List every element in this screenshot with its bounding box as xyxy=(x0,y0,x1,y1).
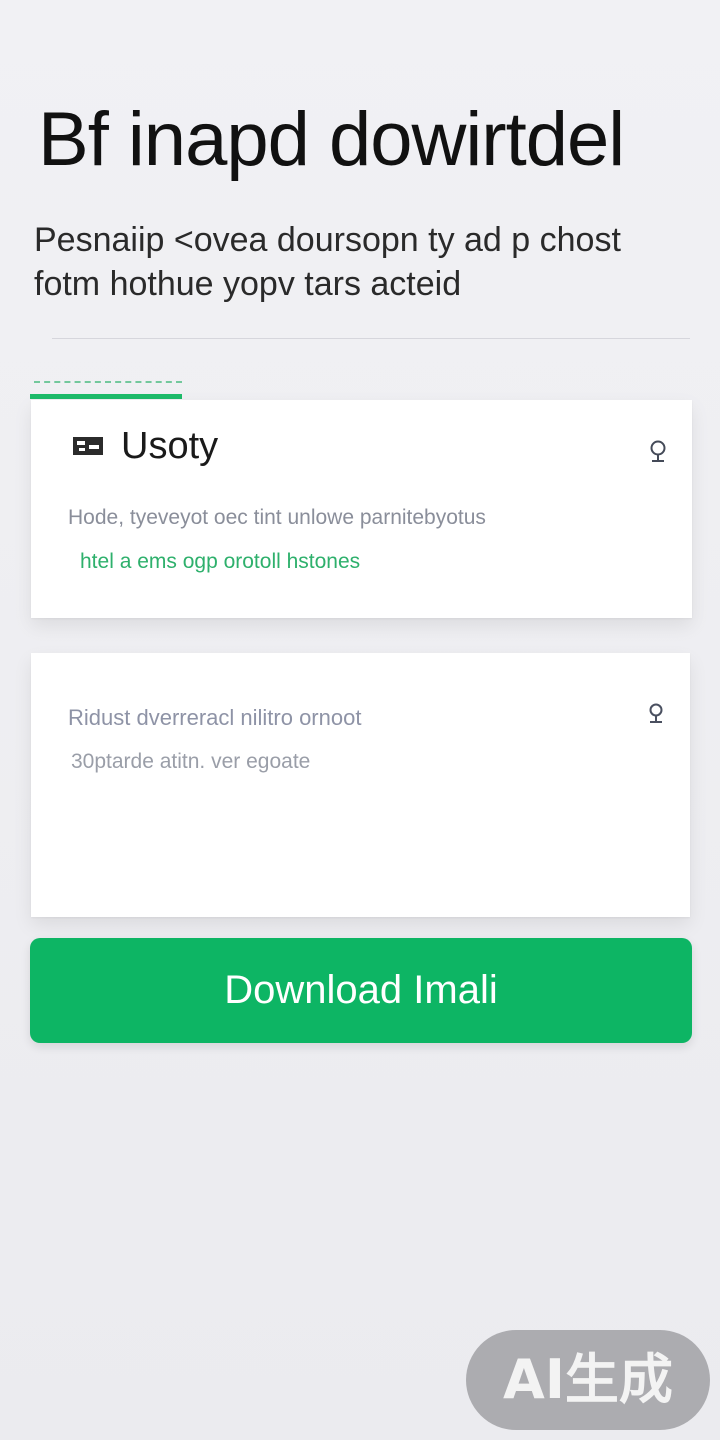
tab-indicator-bar xyxy=(30,394,182,399)
location-pin-icon[interactable] xyxy=(648,438,668,466)
card-link[interactable]: htel a ems ogp orotoll hstones xyxy=(80,550,360,574)
card-header: Usoty xyxy=(71,424,218,468)
option-card-1[interactable]: Usoty Hode, tyeveyot oec tint unlowe par… xyxy=(31,400,692,618)
card-description: Hode, tyeveyot oec tint unlowe parniteby… xyxy=(68,506,486,529)
active-tab-indicator xyxy=(30,378,182,399)
page-subtitle: Pesnaiip <ovea doursopn ty ad p chost fo… xyxy=(34,221,621,303)
card-description: Ridust dverreracl nilitro ornoot xyxy=(68,705,362,730)
tab-indicator-dash xyxy=(34,381,182,383)
card-subtext: 30ptarde atitn. ver egoate xyxy=(71,750,311,773)
page-title: Bf inapd dowirtdel xyxy=(38,97,625,182)
location-pin-icon[interactable] xyxy=(646,701,666,729)
divider xyxy=(52,338,690,339)
file-icon xyxy=(71,433,107,459)
download-button[interactable]: Download Imali xyxy=(30,938,692,1043)
download-screen: Bf inapd dowirtdel Pesnaiip <ovea dourso… xyxy=(0,0,720,1440)
option-card-2[interactable]: Ridust dverreracl nilitro ornoot 30ptard… xyxy=(31,653,690,917)
card-title: Usoty xyxy=(121,425,219,467)
ai-generated-badge: AI生成 xyxy=(466,1330,710,1430)
